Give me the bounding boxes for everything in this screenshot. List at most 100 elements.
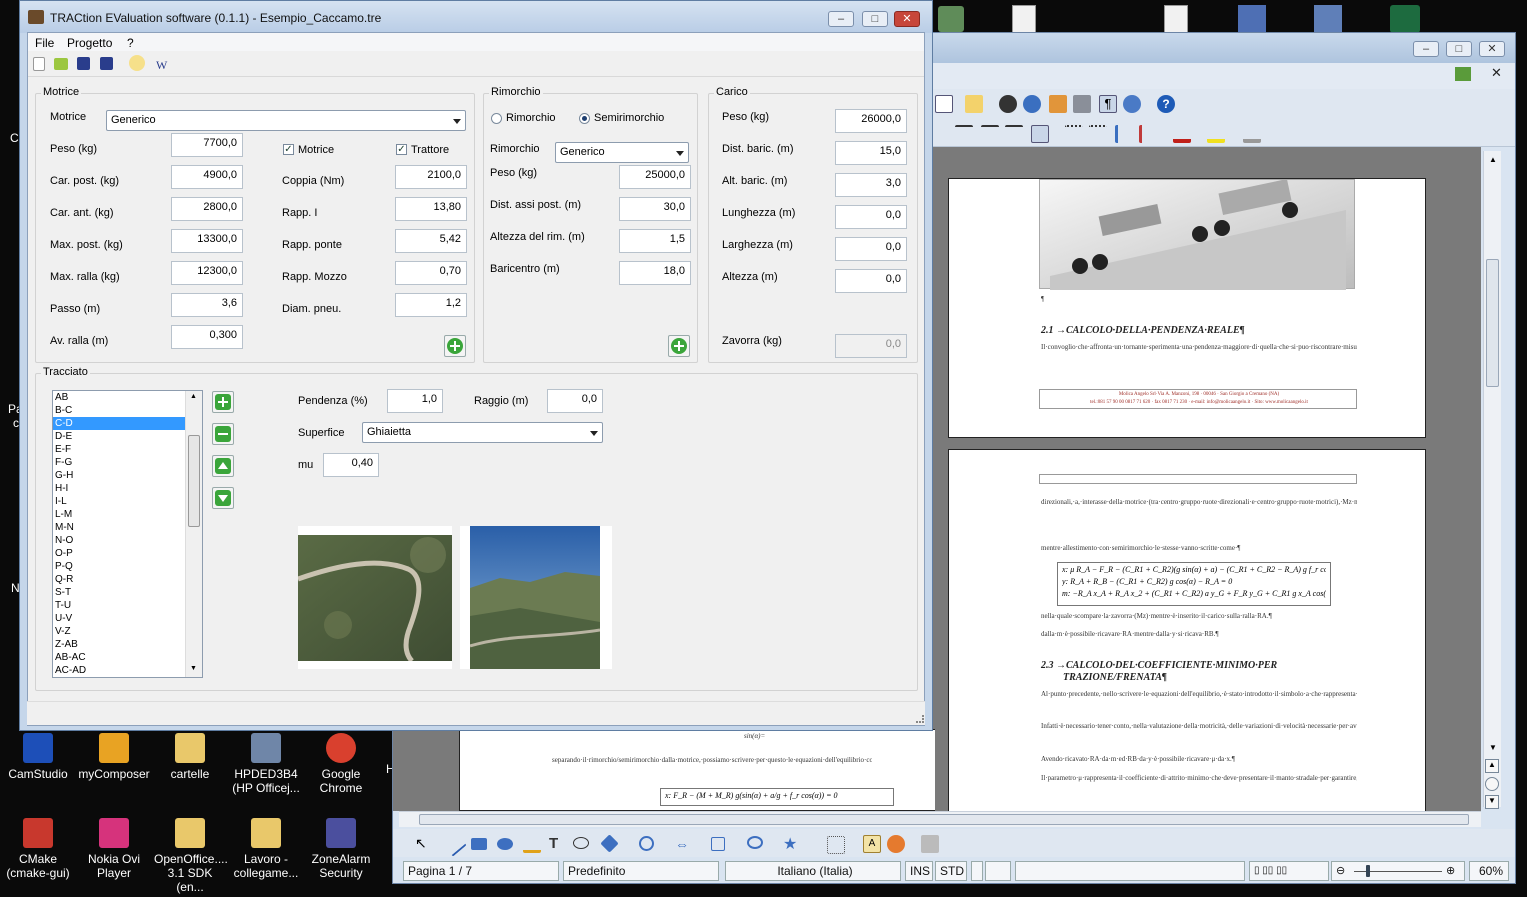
status-view-layout[interactable]: ▯ ▯▯ ▯▯	[1249, 861, 1329, 881]
open-folder-icon[interactable]	[54, 58, 68, 70]
app-close-button[interactable]: ✕	[894, 11, 920, 27]
desktop-icon-openoffice-sdk[interactable]: OpenOffice.... 3.1 SDK (en...	[154, 818, 228, 894]
altezza-field[interactable]: 0,0	[835, 269, 907, 293]
bullets-icon[interactable]	[1089, 125, 1107, 143]
menu-file[interactable]: File	[35, 36, 54, 50]
text-tool-icon[interactable]: T	[549, 835, 567, 853]
from-file-icon[interactable]	[887, 835, 905, 853]
align-right-icon[interactable]	[1005, 125, 1023, 143]
prev-page-icon[interactable]: ▲	[1485, 759, 1499, 773]
writer-maximize-button[interactable]: □	[1446, 41, 1472, 57]
max-ralla-field[interactable]: 12300,0	[171, 261, 243, 285]
carico-peso-field[interactable]: 26000,0	[835, 109, 907, 133]
add-rimorchio-button[interactable]	[668, 335, 690, 357]
mu-field[interactable]: 0,40	[323, 453, 379, 477]
tracciato-list-item[interactable]: L-M	[53, 508, 202, 521]
formatting-marks-icon[interactable]: ¶	[1099, 95, 1117, 113]
zoom-in-icon[interactable]: ⊕	[1446, 862, 1455, 880]
tracciato-list-item[interactable]: AC-AD	[53, 664, 202, 677]
resize-grip-icon[interactable]	[916, 715, 924, 723]
download-icon[interactable]	[1455, 67, 1471, 81]
desktop-icon-chrome[interactable]: Google Chrome	[305, 733, 377, 795]
fontwork-icon[interactable]: A	[863, 835, 881, 853]
baricentro-field[interactable]: 18,0	[619, 261, 691, 285]
rapp-mozzo-field[interactable]: 0,70	[395, 261, 467, 285]
av-ralla-field[interactable]: 0,300	[171, 325, 243, 349]
stars-icon[interactable]: ★	[783, 834, 801, 853]
tracciato-list-item[interactable]: G-H	[53, 469, 202, 482]
rectangle-icon[interactable]	[471, 838, 487, 850]
tracciato-list-item[interactable]: D-E	[53, 430, 202, 443]
motrice-checkbox[interactable]: ✓	[283, 144, 294, 155]
lunghezza-field[interactable]: 0,0	[835, 205, 907, 229]
motrice-type-select[interactable]: Generico	[106, 110, 466, 131]
rapp-ponte-field[interactable]: 5,42	[395, 229, 467, 253]
remove-segment-button[interactable]	[212, 423, 234, 445]
tracciato-list-item[interactable]: B-C	[53, 404, 202, 417]
move-up-button[interactable]	[212, 455, 234, 477]
gallery-icon[interactable]	[1049, 95, 1067, 113]
tracciato-list-item[interactable]: P-Q	[53, 560, 202, 573]
add-segment-button[interactable]	[212, 391, 234, 413]
zoom-out-icon[interactable]: ⊖	[1336, 862, 1345, 880]
zoom-icon[interactable]	[1123, 95, 1141, 113]
numbering-icon[interactable]	[1065, 125, 1083, 143]
save-as-icon[interactable]	[100, 57, 113, 70]
indent-increase-icon[interactable]	[1139, 125, 1157, 143]
indent-decrease-icon[interactable]	[1115, 125, 1133, 143]
rapp-i-field[interactable]: 13,80	[395, 197, 467, 221]
edit-icon[interactable]	[965, 95, 983, 113]
desktop-icon-document[interactable]	[1164, 5, 1188, 33]
save-icon[interactable]	[77, 57, 90, 70]
writer-minimize-button[interactable]: –	[1413, 41, 1439, 57]
tracciato-list-item[interactable]: V-Z	[53, 625, 202, 638]
move-down-button[interactable]	[212, 487, 234, 509]
callouts-icon[interactable]	[747, 836, 763, 849]
select-arrow-icon[interactable]: ↖	[415, 835, 433, 853]
peso-field[interactable]: 7700,0	[171, 133, 243, 157]
tracciato-list-item[interactable]: I-L	[53, 495, 202, 508]
superfice-select[interactable]: Ghiaietta	[362, 422, 603, 443]
tracciato-list-item[interactable]: AB	[53, 391, 202, 404]
font-color-icon[interactable]	[1173, 125, 1191, 143]
status-page-style[interactable]: Predefinito	[563, 861, 719, 881]
tracciato-list-scrollbar[interactable]: ▲ ▼	[185, 391, 202, 677]
tracciato-list-item[interactable]: H-I	[53, 482, 202, 495]
ellipse-icon[interactable]	[497, 838, 513, 850]
status-insert-mode[interactable]: INS	[905, 861, 933, 881]
desktop-icon-pdf[interactable]	[1238, 5, 1266, 33]
dist-baric-field[interactable]: 15,0	[835, 141, 907, 165]
justify-icon[interactable]	[1031, 125, 1049, 143]
symbol-shapes-icon[interactable]	[639, 836, 654, 851]
freeform-icon[interactable]	[523, 835, 541, 853]
raggio-field[interactable]: 0,0	[547, 389, 603, 413]
alt-baric-field[interactable]: 3,0	[835, 173, 907, 197]
new-file-icon[interactable]	[33, 57, 45, 71]
tracciato-list-item[interactable]: E-F	[53, 443, 202, 456]
status-zoom-level[interactable]: 60%	[1469, 861, 1509, 881]
desktop-icon-camstudio[interactable]: CamStudio	[2, 733, 74, 781]
add-motrice-button[interactable]	[444, 335, 466, 357]
tracciato-list-item[interactable]: U-V	[53, 612, 202, 625]
horizontal-scrollbar[interactable]	[399, 811, 1481, 827]
larghezza-field[interactable]: 0,0	[835, 237, 907, 261]
coppia-field[interactable]: 2100,0	[395, 165, 467, 189]
align-left-icon[interactable]	[955, 125, 973, 143]
status-language[interactable]: Italiano (Italia)	[725, 861, 901, 881]
navigation-icon[interactable]	[1485, 777, 1499, 791]
vertical-scrollbar[interactable]	[1483, 151, 1501, 807]
tracciato-list-item[interactable]: T-U	[53, 599, 202, 612]
desktop-icon-cmake[interactable]: CMake (cmake-gui)	[2, 818, 74, 880]
callout-icon[interactable]	[573, 837, 589, 849]
tracciato-list-item[interactable]: Z-AB	[53, 638, 202, 651]
find-icon[interactable]	[999, 95, 1017, 113]
calculate-icon[interactable]	[129, 55, 145, 71]
desktop-icon-pdf[interactable]	[1314, 5, 1342, 33]
car-ant-field[interactable]: 2800,0	[171, 197, 243, 221]
menu-progetto[interactable]: Progetto	[67, 36, 112, 50]
tracciato-list-item[interactable]: N-O	[53, 534, 202, 547]
app-minimize-button[interactable]: –	[828, 11, 854, 27]
tracciato-list-item[interactable]: C-D	[53, 417, 202, 430]
rimorchio-radio[interactable]	[491, 113, 502, 124]
align-center-icon[interactable]	[981, 125, 999, 143]
